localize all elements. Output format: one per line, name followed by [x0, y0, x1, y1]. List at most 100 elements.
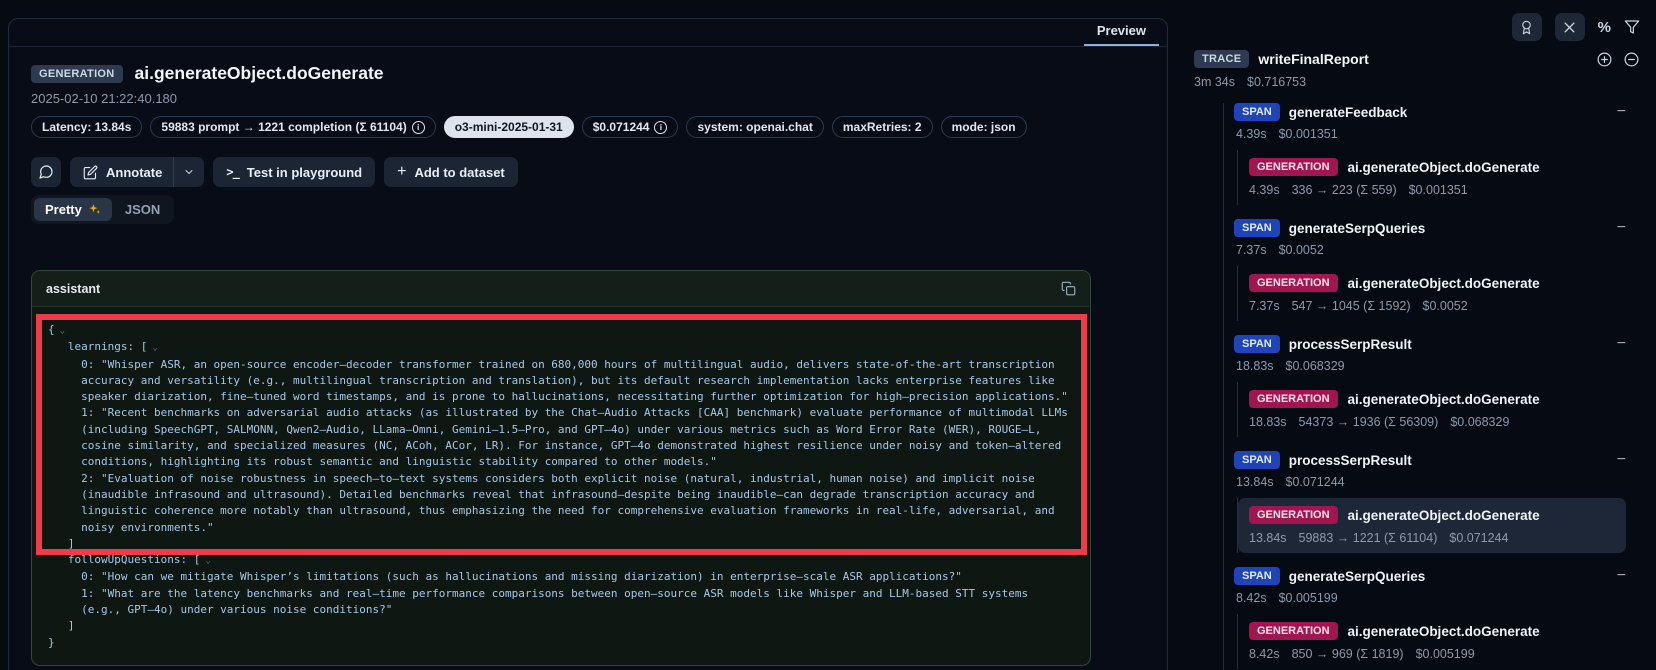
message-role-label: assistant — [46, 282, 100, 296]
generation-duration: 13.84s — [1249, 531, 1287, 545]
generation-row[interactable]: GENERATIONai.generateObject.doGenerate4.… — [1238, 150, 1626, 205]
annotate-dropdown-button[interactable] — [173, 157, 204, 187]
collapse-view-button[interactable] — [1555, 13, 1585, 41]
generation-badge: GENERATION — [1249, 158, 1338, 176]
code-line: 2: "Evaluation of noise robustness in sp… — [48, 471, 1074, 536]
collapse-node-icon[interactable]: − — [1617, 104, 1626, 120]
span-row[interactable]: SPANprocessSerpResult− — [1234, 335, 1626, 353]
add-to-dataset-button[interactable]: + Add to dataset — [384, 157, 518, 187]
collapse-all-icon[interactable] — [1623, 51, 1640, 68]
pill-label: system: openai.chat — [697, 120, 812, 134]
metadata-pill[interactable]: 59883 prompt → 1221 completion (Σ 61104)… — [150, 116, 435, 138]
add-to-dataset-label: Add to dataset — [414, 165, 504, 180]
model-pill[interactable]: o3-mini-2025-01-31 — [444, 116, 574, 138]
code-text: followUpQuestions: [ — [68, 553, 200, 566]
collapse-node-icon[interactable]: − — [1617, 336, 1626, 352]
code-line: ] — [48, 618, 1074, 634]
span-row[interactable]: SPANgenerateSerpQueries− — [1234, 219, 1626, 237]
pill-label: o3-mini-2025-01-31 — [455, 120, 563, 134]
generation-name: ai.generateObject.doGenerate — [1348, 160, 1540, 175]
percent-icon[interactable]: % — [1598, 19, 1611, 36]
generation-cost: $0.001351 — [1409, 183, 1468, 197]
span-group: SPANprocessSerpResult−13.84s$0.071244GEN… — [1234, 451, 1626, 553]
info-icon[interactable]: i — [412, 121, 425, 134]
generation-branch: GENERATIONai.generateObject.doGenerate8.… — [1237, 614, 1626, 669]
generation-meta: 18.83s54373 → 1936 (Σ 56309)$0.068329 — [1249, 415, 1615, 429]
pill-label: mode: json — [952, 120, 1016, 134]
generation-tokens: 336 → 223 (Σ 559) — [1292, 183, 1397, 197]
span-group: SPANgenerateSerpQueries−7.37s$0.0052GENE… — [1234, 219, 1626, 321]
annotate-button[interactable]: Annotate — [70, 157, 173, 187]
trace-section: TRACE writeFinalReport 3m 34s $0.716753 … — [1171, 0, 1656, 670]
observation-detail-panel: Preview GENERATION ai.generateObject.doG… — [8, 18, 1168, 670]
tab-pretty[interactable]: Pretty — [34, 198, 112, 221]
panel-tab-bar: Preview — [9, 19, 1167, 47]
generation-badge: GENERATION — [1249, 390, 1338, 408]
generation-duration: 7.37s — [1249, 299, 1280, 313]
comment-button[interactable] — [31, 157, 61, 187]
filter-icon[interactable] — [1624, 19, 1640, 35]
annotation-queue-button[interactable] — [1512, 13, 1542, 41]
generation-tokens: 59883 → 1221 (Σ 61104) — [1299, 531, 1438, 545]
code-text: ] — [68, 619, 75, 632]
pill-label: 59883 prompt → 1221 completion (Σ 61104) — [161, 120, 406, 134]
span-row[interactable]: SPANgenerateSerpQueries− — [1234, 567, 1626, 585]
code-line: 0: "Whisper ASR, an open-source encoder–… — [48, 357, 1074, 406]
sidebar-icon-row: % — [1512, 13, 1640, 41]
code-text: 1: "What are the latency benchmarks and … — [81, 587, 1035, 616]
generation-tokens: 850 → 969 (Σ 1819) — [1292, 647, 1404, 661]
metadata-pill: maxRetries: 2 — [832, 116, 933, 138]
code-line: 1: "What are the latency benchmarks and … — [48, 586, 1074, 619]
span-duration: 8.42s — [1236, 591, 1267, 605]
span-meta: 18.83s$0.068329 — [1234, 359, 1626, 373]
generation-branch: GENERATIONai.generateObject.doGenerate13… — [1237, 498, 1626, 553]
pill-row: Latency: 13.84s 59883 prompt → 1221 compl… — [31, 116, 1145, 138]
pretty-label: Pretty — [45, 202, 82, 217]
generation-name: ai.generateObject.doGenerate — [1348, 508, 1540, 523]
pill-label: Latency: 13.84s — [42, 120, 131, 134]
code-text: 2: "Evaluation of noise robustness in sp… — [81, 472, 1061, 534]
test-in-playground-button[interactable]: >_ Test in playground — [213, 157, 375, 187]
collapse-node-icon[interactable]: − — [1617, 452, 1626, 468]
toolbar: Annotate >_ Test in playground + Add to … — [31, 157, 1145, 187]
collapse-node-icon[interactable]: − — [1617, 220, 1626, 236]
generation-badge: GENERATION — [1249, 274, 1338, 292]
code-text: 0: "Whisper ASR, an open-source encoder–… — [81, 358, 1068, 404]
trace-tree-sidebar: % TRACE writeFinalReport 3m 34s $0.71675… — [1171, 0, 1656, 670]
generation-tokens: 54373 → 1936 (Σ 56309) — [1299, 415, 1439, 429]
span-row[interactable]: SPANgenerateFeedback− — [1234, 103, 1626, 121]
collapse-chevron-icon[interactable]: ⌄ — [152, 343, 157, 353]
generation-branch: GENERATIONai.generateObject.doGenerate4.… — [1237, 150, 1626, 205]
trace-row[interactable]: TRACE writeFinalReport — [1194, 50, 1640, 68]
span-badge: SPAN — [1234, 335, 1280, 353]
span-badge: SPAN — [1234, 103, 1280, 121]
annotate-label: Annotate — [106, 165, 162, 180]
span-row[interactable]: SPANprocessSerpResult− — [1234, 451, 1626, 469]
info-icon[interactable]: i — [654, 121, 667, 134]
generation-row[interactable]: GENERATIONai.generateObject.doGenerate8.… — [1238, 614, 1626, 669]
generation-badge: GENERATION — [1249, 622, 1338, 640]
span-duration: 4.39s — [1236, 127, 1267, 141]
generation-row-selected[interactable]: GENERATIONai.generateObject.doGenerate13… — [1238, 498, 1626, 553]
generation-meta: 13.84s59883 → 1221 (Σ 61104)$0.071244 — [1249, 531, 1615, 545]
collapse-node-icon[interactable]: − — [1617, 568, 1626, 584]
span-badge: SPAN — [1234, 567, 1280, 585]
generation-row[interactable]: GENERATIONai.generateObject.doGenerate7.… — [1238, 266, 1626, 321]
award-icon — [1519, 20, 1534, 35]
collapse-chevron-icon[interactable]: ⌄ — [205, 556, 210, 566]
metadata-pill[interactable]: $0.071244i — [582, 116, 679, 138]
chevron-down-icon — [183, 166, 195, 178]
generation-branch: GENERATIONai.generateObject.doGenerate18… — [1237, 382, 1626, 437]
span-badge: SPAN — [1234, 451, 1280, 469]
trace-actions — [1596, 51, 1640, 68]
collapse-chevron-icon[interactable]: ⌄ — [60, 326, 65, 336]
copy-button[interactable] — [1061, 281, 1076, 296]
span-meta: 8.42s$0.005199 — [1234, 591, 1626, 605]
playground-label: Test in playground — [247, 165, 362, 180]
view-mode-tabs: Pretty JSON — [31, 195, 174, 224]
expand-all-icon[interactable] — [1596, 51, 1613, 68]
generation-row[interactable]: GENERATIONai.generateObject.doGenerate18… — [1238, 382, 1626, 437]
tab-preview[interactable]: Preview — [1084, 18, 1159, 46]
tab-json[interactable]: JSON — [114, 198, 171, 221]
trace-tree: SPANgenerateFeedback− 4.39s $0.001351 GENER… — [1223, 103, 1626, 670]
